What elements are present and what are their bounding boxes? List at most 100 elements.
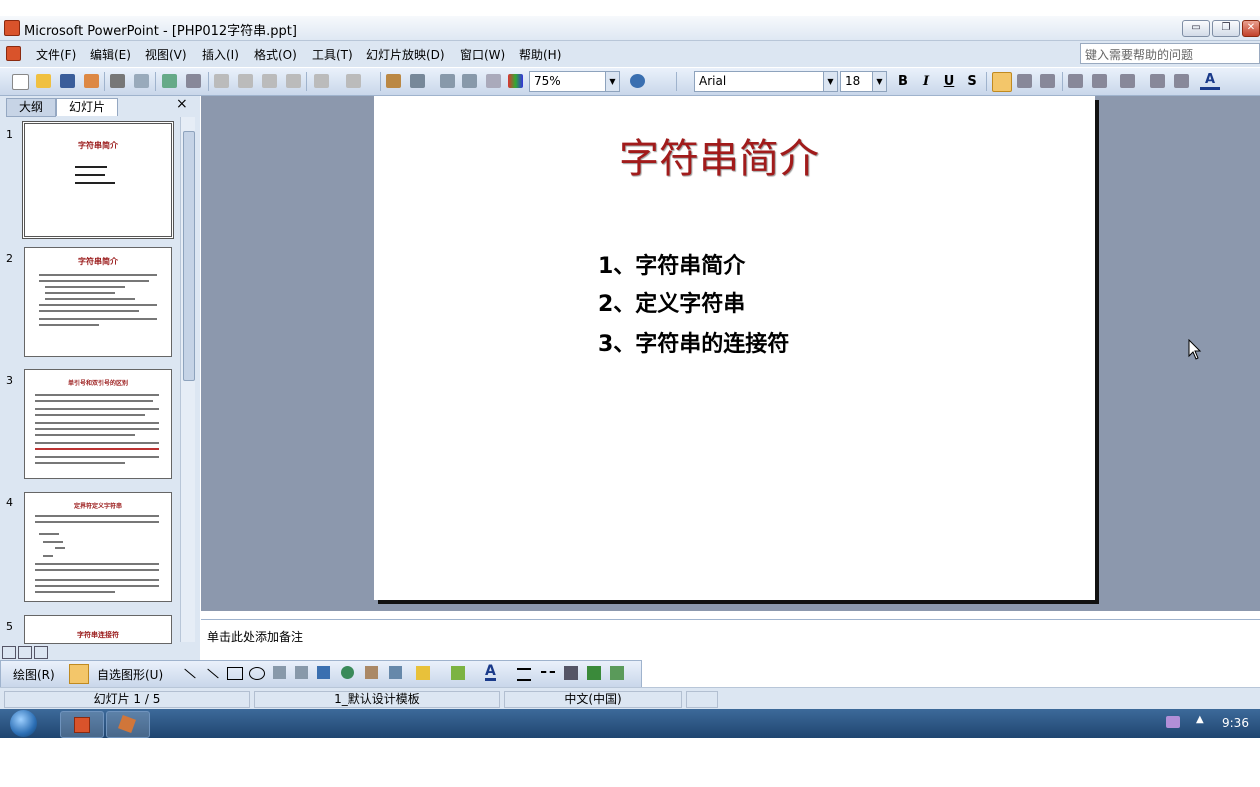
textbox-icon[interactable] [273, 666, 286, 679]
slide-thumbnail-5[interactable]: 字符串连接符 [24, 615, 172, 644]
windows-orb-icon[interactable] [10, 710, 37, 737]
italic-button[interactable]: I [916, 72, 936, 91]
bullets-icon[interactable] [1092, 74, 1107, 88]
save-icon[interactable] [60, 74, 75, 88]
arrow-icon[interactable] [207, 668, 219, 679]
close-button[interactable]: ✕ [1242, 20, 1260, 37]
rectangle-icon[interactable] [227, 667, 243, 680]
oval-icon[interactable] [249, 667, 265, 680]
menu-edit[interactable]: 编辑(E) [90, 46, 131, 63]
fill-color-icon[interactable] [416, 666, 430, 680]
restore-button[interactable]: ❐ [1212, 20, 1240, 37]
font-select[interactable]: Arial ▼ [694, 71, 838, 92]
slide-title[interactable]: 字符串简介 [374, 126, 1064, 184]
arrow-style-icon[interactable] [564, 666, 578, 680]
cut-icon[interactable] [214, 74, 229, 88]
slides-pane-scrollbar[interactable] [180, 117, 195, 642]
slide-canvas[interactable]: 字符串简介 1、字符串简介 2、定义字符串 3、字符串的连接符 [374, 96, 1095, 600]
menu-window[interactable]: 窗口(W) [460, 46, 505, 63]
slide-bullet-1[interactable]: 1、字符串简介 [598, 248, 745, 280]
align-center-icon[interactable] [1017, 74, 1032, 88]
slide-sorter-view-icon[interactable] [18, 646, 32, 659]
slideshow-view-icon[interactable] [34, 646, 48, 659]
increase-font-icon[interactable] [1120, 74, 1135, 88]
chevron-down-icon[interactable]: ▼ [872, 72, 886, 91]
increase-indent-icon[interactable] [1174, 74, 1189, 88]
chevron-down-icon[interactable]: ▼ [605, 72, 619, 91]
picture-icon[interactable] [389, 666, 402, 679]
align-left-icon[interactable] [992, 72, 1012, 92]
powerpoint-app-icon[interactable] [4, 20, 20, 36]
underline-button[interactable]: U [939, 72, 959, 91]
menu-slideshow[interactable]: 幻灯片放映(D) [366, 46, 445, 63]
slide-bullet-2[interactable]: 2、定义字符串 [598, 286, 745, 318]
print-preview-icon[interactable] [134, 74, 149, 88]
font-color-icon[interactable]: A [485, 664, 496, 681]
normal-view-icon[interactable] [2, 646, 16, 659]
menu-view[interactable]: 视图(V) [145, 46, 187, 63]
select-pointer-icon[interactable] [69, 664, 89, 684]
pane-close-icon[interactable]: × [176, 96, 188, 112]
diagram-icon[interactable] [341, 666, 354, 679]
menu-file[interactable]: 文件(F) [36, 46, 76, 63]
input-method-icon[interactable] [1166, 716, 1180, 728]
align-right-icon[interactable] [1040, 74, 1055, 88]
spelling-icon[interactable] [162, 74, 177, 88]
minimize-button[interactable]: ▭ [1182, 20, 1210, 37]
scrollbar-thumb[interactable] [183, 131, 195, 381]
chevron-down-icon[interactable]: ▼ [823, 72, 837, 91]
3d-style-icon[interactable] [610, 666, 624, 680]
document-icon[interactable] [6, 46, 21, 61]
wordart-icon[interactable] [317, 666, 330, 679]
new-icon[interactable] [12, 74, 29, 90]
notes-pane[interactable]: 单击此处添加备注 [201, 619, 1260, 660]
expand-all-icon[interactable] [440, 74, 455, 88]
copy-icon[interactable] [238, 74, 253, 88]
research-icon[interactable] [186, 74, 201, 88]
taskbar-app-2[interactable] [106, 711, 150, 738]
help-icon[interactable] [630, 74, 645, 88]
line-color-icon[interactable] [451, 666, 465, 680]
font-size-select[interactable]: 18 ▼ [840, 71, 887, 92]
draw-menu-button[interactable]: 绘图(R) [13, 666, 55, 683]
autoshapes-button[interactable]: 自选图形(U) [97, 666, 163, 683]
numbering-icon[interactable] [1068, 74, 1083, 88]
decrease-indent-icon[interactable] [1150, 74, 1165, 88]
slide-bullet-3[interactable]: 3、字符串的连接符 [598, 326, 789, 358]
undo-icon[interactable] [314, 74, 329, 88]
format-painter-icon[interactable] [286, 74, 301, 88]
slide-thumbnail-2[interactable]: 字符串简介 [24, 247, 172, 357]
shadow-style-icon[interactable] [587, 666, 601, 680]
insert-chart-icon[interactable] [386, 74, 401, 88]
shadow-button[interactable]: S [962, 72, 982, 91]
menu-insert[interactable]: 插入(I) [202, 46, 239, 63]
vertical-textbox-icon[interactable] [295, 666, 308, 679]
color-grayscale-icon[interactable] [508, 74, 523, 88]
menu-format[interactable]: 格式(O) [254, 46, 297, 63]
slide-thumbnail-4[interactable]: 定界符定义字符串 [24, 492, 172, 602]
insert-table-icon[interactable] [410, 74, 425, 88]
grid-icon[interactable] [486, 74, 501, 88]
tray-expand-icon[interactable]: ▲ [1196, 714, 1204, 725]
clipart-icon[interactable] [365, 666, 378, 679]
open-icon[interactable] [36, 74, 51, 88]
show-formatting-icon[interactable] [462, 74, 477, 88]
paste-icon[interactable] [262, 74, 277, 88]
start-button[interactable] [6, 709, 44, 738]
bold-button[interactable]: B [893, 72, 913, 91]
line-style-icon[interactable] [517, 668, 531, 681]
help-search-input[interactable]: 键入需要帮助的问题 [1080, 43, 1260, 64]
tab-outline[interactable]: 大纲 [6, 98, 56, 117]
font-color-button[interactable]: A [1200, 72, 1220, 90]
menu-tools[interactable]: 工具(T) [312, 46, 353, 63]
slide-thumbnail-3[interactable]: 单引号和双引号的区别 [24, 369, 172, 479]
permission-icon[interactable] [84, 74, 99, 88]
redo-icon[interactable] [346, 74, 361, 88]
menu-help[interactable]: 帮助(H) [519, 46, 561, 63]
taskbar-powerpoint[interactable] [60, 711, 104, 738]
print-icon[interactable] [110, 74, 125, 88]
line-icon[interactable] [184, 668, 196, 679]
zoom-select[interactable]: 75% ▼ [529, 71, 620, 92]
slide-thumbnail-1[interactable]: 字符串简介 [22, 121, 174, 239]
dash-style-icon[interactable] [541, 671, 555, 674]
